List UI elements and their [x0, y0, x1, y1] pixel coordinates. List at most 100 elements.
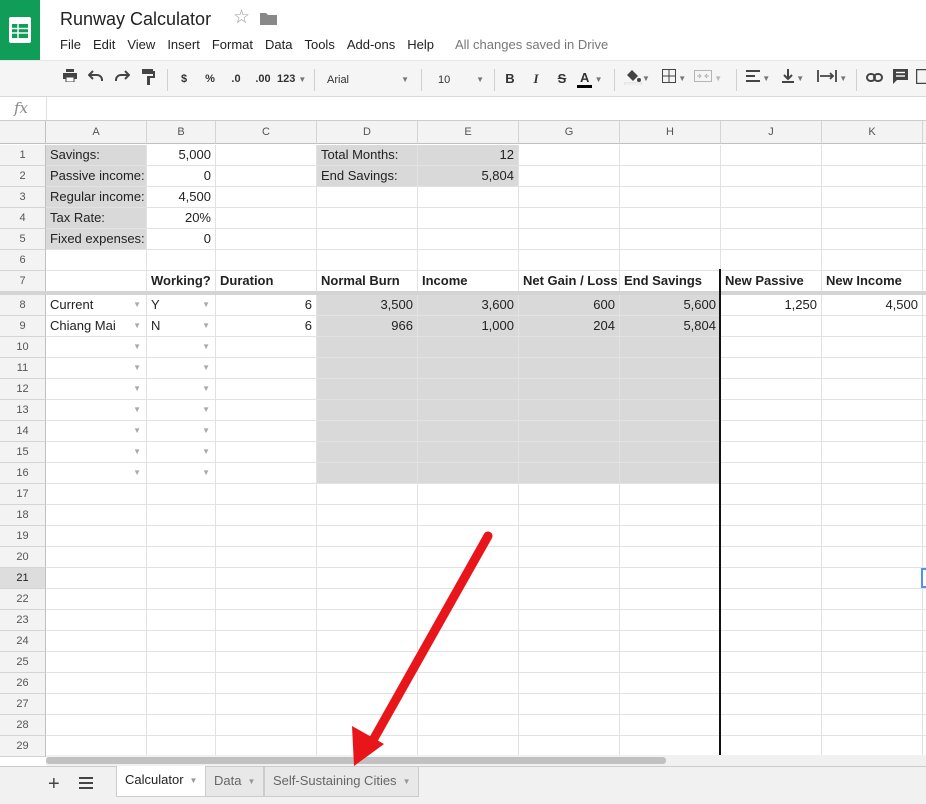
cell-d20[interactable]: [317, 547, 418, 568]
cell-h13[interactable]: [620, 400, 721, 421]
row-header[interactable]: 16: [0, 463, 46, 484]
italic-button[interactable]: I: [528, 69, 544, 89]
cell-g20[interactable]: [519, 547, 620, 568]
cell-b20[interactable]: [147, 547, 216, 568]
cell-a7[interactable]: [46, 271, 147, 292]
cell-j5[interactable]: [721, 229, 822, 250]
dropdown-arrow-icon[interactable]: ▼: [133, 463, 141, 483]
cell-a26[interactable]: [46, 673, 147, 694]
cell-c5[interactable]: [216, 229, 317, 250]
insert-chart-icon[interactable]: [916, 69, 926, 89]
cell-k8[interactable]: 4,500: [822, 295, 923, 316]
cell-a20[interactable]: [46, 547, 147, 568]
cell-g26[interactable]: [519, 673, 620, 694]
merge-cells-button[interactable]: ▼: [694, 69, 728, 89]
cell-k20[interactable]: [822, 547, 923, 568]
cell-a8[interactable]: Current ▼: [46, 295, 147, 316]
font-size-select[interactable]: 10 ▼: [431, 67, 489, 91]
cell-d18[interactable]: [317, 505, 418, 526]
cell-d12[interactable]: [317, 379, 418, 400]
column-header[interactable]: J: [721, 121, 822, 144]
cell-a1[interactable]: Savings:: [46, 145, 147, 166]
row-header[interactable]: 24: [0, 631, 46, 652]
dropdown-arrow-icon[interactable]: ▼: [133, 400, 141, 420]
star-icon[interactable]: ☆: [233, 8, 250, 27]
cell-e25[interactable]: [418, 652, 519, 673]
cell-c14[interactable]: [216, 421, 317, 442]
cell-h8[interactable]: 5,600: [620, 295, 721, 316]
row-header[interactable]: 22: [0, 589, 46, 610]
cell-h25[interactable]: [620, 652, 721, 673]
cell-h24[interactable]: [620, 631, 721, 652]
column-header[interactable]: A: [46, 121, 147, 144]
cell-e14[interactable]: [418, 421, 519, 442]
more-formats-button[interactable]: 123 ▼: [277, 69, 309, 89]
cell-k19[interactable]: [822, 526, 923, 547]
cell-a12[interactable]: ▼: [46, 379, 147, 400]
cell-j3[interactable]: [721, 187, 822, 208]
cell-g19[interactable]: [519, 526, 620, 547]
cell-b10[interactable]: ▼: [147, 337, 216, 358]
currency-format-button[interactable]: $: [177, 69, 191, 89]
cell-g2[interactable]: [519, 166, 620, 187]
menu-format[interactable]: Format: [212, 37, 253, 52]
cell-c28[interactable]: [216, 715, 317, 736]
sheet-tab-self-sustaining-cities[interactable]: Self-Sustaining Cities ▼: [264, 767, 420, 797]
cell-c25[interactable]: [216, 652, 317, 673]
decrease-decimal-button[interactable]: .0: [226, 69, 246, 89]
cell-g24[interactable]: [519, 631, 620, 652]
cell-h21[interactable]: [620, 568, 721, 589]
column-header[interactable]: C: [216, 121, 317, 144]
cell-d1[interactable]: Total Months:: [317, 145, 418, 166]
cell-b27[interactable]: [147, 694, 216, 715]
cell-h1[interactable]: [620, 145, 721, 166]
bold-button[interactable]: B: [502, 69, 518, 89]
cell-c20[interactable]: [216, 547, 317, 568]
row-header[interactable]: 13: [0, 400, 46, 421]
row-header[interactable]: 5: [0, 229, 46, 250]
cell-b22[interactable]: [147, 589, 216, 610]
cell-h2[interactable]: [620, 166, 721, 187]
cell-a27[interactable]: [46, 694, 147, 715]
document-title[interactable]: Runway Calculator: [60, 9, 211, 30]
cell-g23[interactable]: [519, 610, 620, 631]
cell-j4[interactable]: [721, 208, 822, 229]
cell-g17[interactable]: [519, 484, 620, 505]
cell-g18[interactable]: [519, 505, 620, 526]
cell-e19[interactable]: [418, 526, 519, 547]
cell-e17[interactable]: [418, 484, 519, 505]
menu-data[interactable]: Data: [265, 37, 292, 52]
cell-j24[interactable]: [721, 631, 822, 652]
cell-a11[interactable]: ▼: [46, 358, 147, 379]
cell-b15[interactable]: ▼: [147, 442, 216, 463]
borders-button[interactable]: ▼: [662, 69, 690, 89]
dropdown-arrow-icon[interactable]: ▼: [202, 316, 210, 336]
cell-d15[interactable]: [317, 442, 418, 463]
row-header[interactable]: 28: [0, 715, 46, 736]
cell-g21[interactable]: [519, 568, 620, 589]
cell-k28[interactable]: [822, 715, 923, 736]
cell-e5[interactable]: [418, 229, 519, 250]
cell-k12[interactable]: [822, 379, 923, 400]
cell-c24[interactable]: [216, 631, 317, 652]
menu-file[interactable]: File: [60, 37, 81, 52]
dropdown-arrow-icon[interactable]: ▼: [133, 295, 141, 315]
cell-j11[interactable]: [721, 358, 822, 379]
cell-e6[interactable]: [418, 250, 519, 271]
cell-a23[interactable]: [46, 610, 147, 631]
cell-d9[interactable]: 966: [317, 316, 418, 337]
row-header[interactable]: 1: [0, 145, 46, 166]
cell-c10[interactable]: [216, 337, 317, 358]
cell-g22[interactable]: [519, 589, 620, 610]
cell-e11[interactable]: [418, 358, 519, 379]
insert-link-icon[interactable]: [864, 69, 884, 89]
cell-j21[interactable]: [721, 568, 822, 589]
cell-h28[interactable]: [620, 715, 721, 736]
cell-k18[interactable]: [822, 505, 923, 526]
cell-d29[interactable]: [317, 736, 418, 757]
cell-a3[interactable]: Regular income:: [46, 187, 147, 208]
cell-e4[interactable]: [418, 208, 519, 229]
cell-b6[interactable]: [147, 250, 216, 271]
cell-g4[interactable]: [519, 208, 620, 229]
cell-k29[interactable]: [822, 736, 923, 757]
